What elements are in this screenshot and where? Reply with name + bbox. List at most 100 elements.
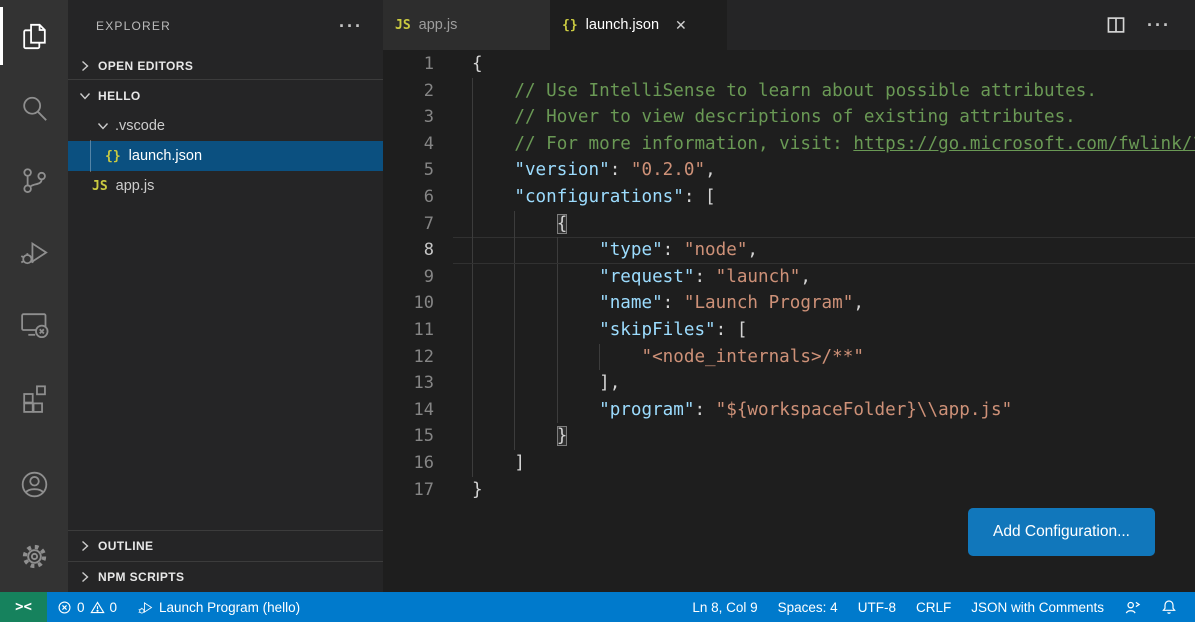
tab-launch-json[interactable]: {} launch.json ✕: [550, 0, 727, 50]
close-icon[interactable]: ✕: [675, 17, 687, 34]
activity-bar-bottom: [0, 448, 68, 592]
code-line-12[interactable]: 12 "<node_internals>/**": [383, 344, 1195, 371]
eol-label: CRLF: [916, 600, 951, 615]
code-line-6[interactable]: 6 "configurations": [: [383, 184, 1195, 211]
activity-item-accounts[interactable]: [0, 448, 68, 520]
indent-guide: [557, 370, 558, 397]
code-line-2[interactable]: 2 // Use IntelliSense to learn about pos…: [383, 78, 1195, 105]
code-line-17[interactable]: 17}: [383, 477, 1195, 504]
json-file-icon: {}: [105, 149, 121, 164]
activity-item-extensions[interactable]: [0, 360, 68, 432]
code-line-3[interactable]: 3 // Hover to view descriptions of exist…: [383, 104, 1195, 131]
code-editor[interactable]: 1{2 // Use IntelliSense to learn about p…: [383, 50, 1195, 592]
activity-item-source-control[interactable]: [0, 144, 68, 216]
code-token: ,: [747, 240, 758, 260]
code-line-8[interactable]: 8 "type": "node",: [383, 237, 1195, 264]
line-number[interactable]: 1: [383, 51, 434, 78]
section-folder-hello[interactable]: HELLO: [68, 80, 383, 111]
editor-group: JS app.js {} launch.json ✕ ··· 1{2: [383, 0, 1195, 592]
tree-item-launch-json[interactable]: {} launch.json: [68, 141, 383, 171]
code-token: "version": [514, 160, 609, 180]
comment-link[interactable]: https://go.microsoft.com/fwlink/?linkid=…: [853, 134, 1195, 154]
section-label: OPEN EDITORS: [98, 59, 193, 73]
line-number[interactable]: 5: [383, 157, 434, 184]
section-open-editors[interactable]: OPEN EDITORS: [68, 52, 383, 80]
line-content: "program": "${workspaceFolder}\\app.js": [472, 397, 1195, 424]
debug-launch-target[interactable]: Launch Program (hello): [127, 592, 310, 622]
code-token: // For more information, visit:: [472, 134, 853, 154]
line-number[interactable]: 8: [383, 237, 434, 264]
line-number[interactable]: 11: [383, 317, 434, 344]
js-file-icon: JS: [395, 18, 411, 33]
activity-item-settings[interactable]: [0, 520, 68, 592]
line-content: // Hover to view descriptions of existin…: [472, 104, 1195, 131]
code-line-5[interactable]: 5 "version": "0.2.0",: [383, 157, 1195, 184]
split-editor-icon[interactable]: [1105, 14, 1127, 36]
section-outline[interactable]: OUTLINE: [68, 530, 383, 561]
code-token: :: [694, 400, 715, 420]
activity-item-explorer[interactable]: [0, 0, 68, 72]
line-number[interactable]: 14: [383, 397, 434, 424]
indent-guide: [557, 290, 558, 317]
line-number[interactable]: 12: [383, 344, 434, 371]
code-line-9[interactable]: 9 "request": "launch",: [383, 264, 1195, 291]
warning-count: 0: [110, 600, 118, 615]
folder-label: .vscode: [115, 118, 165, 134]
indent-guide: [472, 78, 473, 105]
sidebar-more-actions-icon[interactable]: ···: [339, 17, 363, 35]
tab-app-js[interactable]: JS app.js: [383, 0, 550, 50]
line-number[interactable]: 13: [383, 370, 434, 397]
remote-icon: ><: [15, 599, 32, 615]
code-line-16[interactable]: 16 ]: [383, 450, 1195, 477]
code-token: [472, 453, 514, 473]
line-number[interactable]: 16: [383, 450, 434, 477]
code-line-4[interactable]: 4 // For more information, visit: https:…: [383, 131, 1195, 158]
indent-guide: [514, 264, 515, 291]
indent-guide: [472, 184, 473, 211]
line-number[interactable]: 3: [383, 104, 434, 131]
problems-indicator[interactable]: 0 0: [47, 592, 127, 622]
indent-guide: [472, 397, 473, 424]
line-number[interactable]: 9: [383, 264, 434, 291]
line-number[interactable]: 10: [383, 290, 434, 317]
tree-item-app-js[interactable]: JS app.js: [68, 171, 383, 201]
language-mode[interactable]: JSON with Comments: [961, 592, 1114, 622]
line-number[interactable]: 2: [383, 78, 434, 105]
code-token: :: [694, 267, 715, 287]
activity-item-run-debug[interactable]: [0, 216, 68, 288]
code-line-13[interactable]: 13 ],: [383, 370, 1195, 397]
activity-bar-top: [0, 0, 68, 432]
code-line-7[interactable]: 7 {: [383, 211, 1195, 238]
line-number[interactable]: 7: [383, 211, 434, 238]
code-line-10[interactable]: 10 "name": "Launch Program",: [383, 290, 1195, 317]
indentation-setting[interactable]: Spaces: 4: [768, 592, 848, 622]
encoding-setting[interactable]: UTF-8: [848, 592, 906, 622]
warning-icon: [90, 600, 105, 615]
debug-icon: [137, 599, 154, 616]
code-line-1[interactable]: 1{: [383, 51, 1195, 78]
cursor-position[interactable]: Ln 8, Col 9: [682, 592, 767, 622]
extensions-icon: [18, 380, 51, 413]
code-line-15[interactable]: 15 }: [383, 423, 1195, 450]
more-actions-icon[interactable]: ···: [1147, 16, 1171, 34]
code-token: [472, 373, 599, 393]
search-icon: [18, 92, 51, 125]
remote-indicator[interactable]: ><: [0, 592, 47, 622]
line-number[interactable]: 17: [383, 477, 434, 504]
code-token: "type": [599, 240, 663, 260]
activity-item-remote-explorer[interactable]: [0, 288, 68, 360]
section-npm-scripts[interactable]: NPM SCRIPTS: [68, 561, 383, 592]
line-number[interactable]: 4: [383, 131, 434, 158]
line-number[interactable]: 6: [383, 184, 434, 211]
code-line-11[interactable]: 11 "skipFiles": [: [383, 317, 1195, 344]
feedback-icon: [1124, 599, 1141, 616]
line-number[interactable]: 15: [383, 423, 434, 450]
tree-item-vscode-folder[interactable]: .vscode: [68, 111, 383, 141]
editor-actions: ···: [1105, 0, 1195, 50]
activity-item-search[interactable]: [0, 72, 68, 144]
notifications-button[interactable]: [1151, 592, 1187, 622]
feedback-button[interactable]: [1114, 592, 1151, 622]
code-line-14[interactable]: 14 "program": "${workspaceFolder}\\app.j…: [383, 397, 1195, 424]
eol-setting[interactable]: CRLF: [906, 592, 961, 622]
add-configuration-button[interactable]: Add Configuration...: [968, 508, 1155, 556]
